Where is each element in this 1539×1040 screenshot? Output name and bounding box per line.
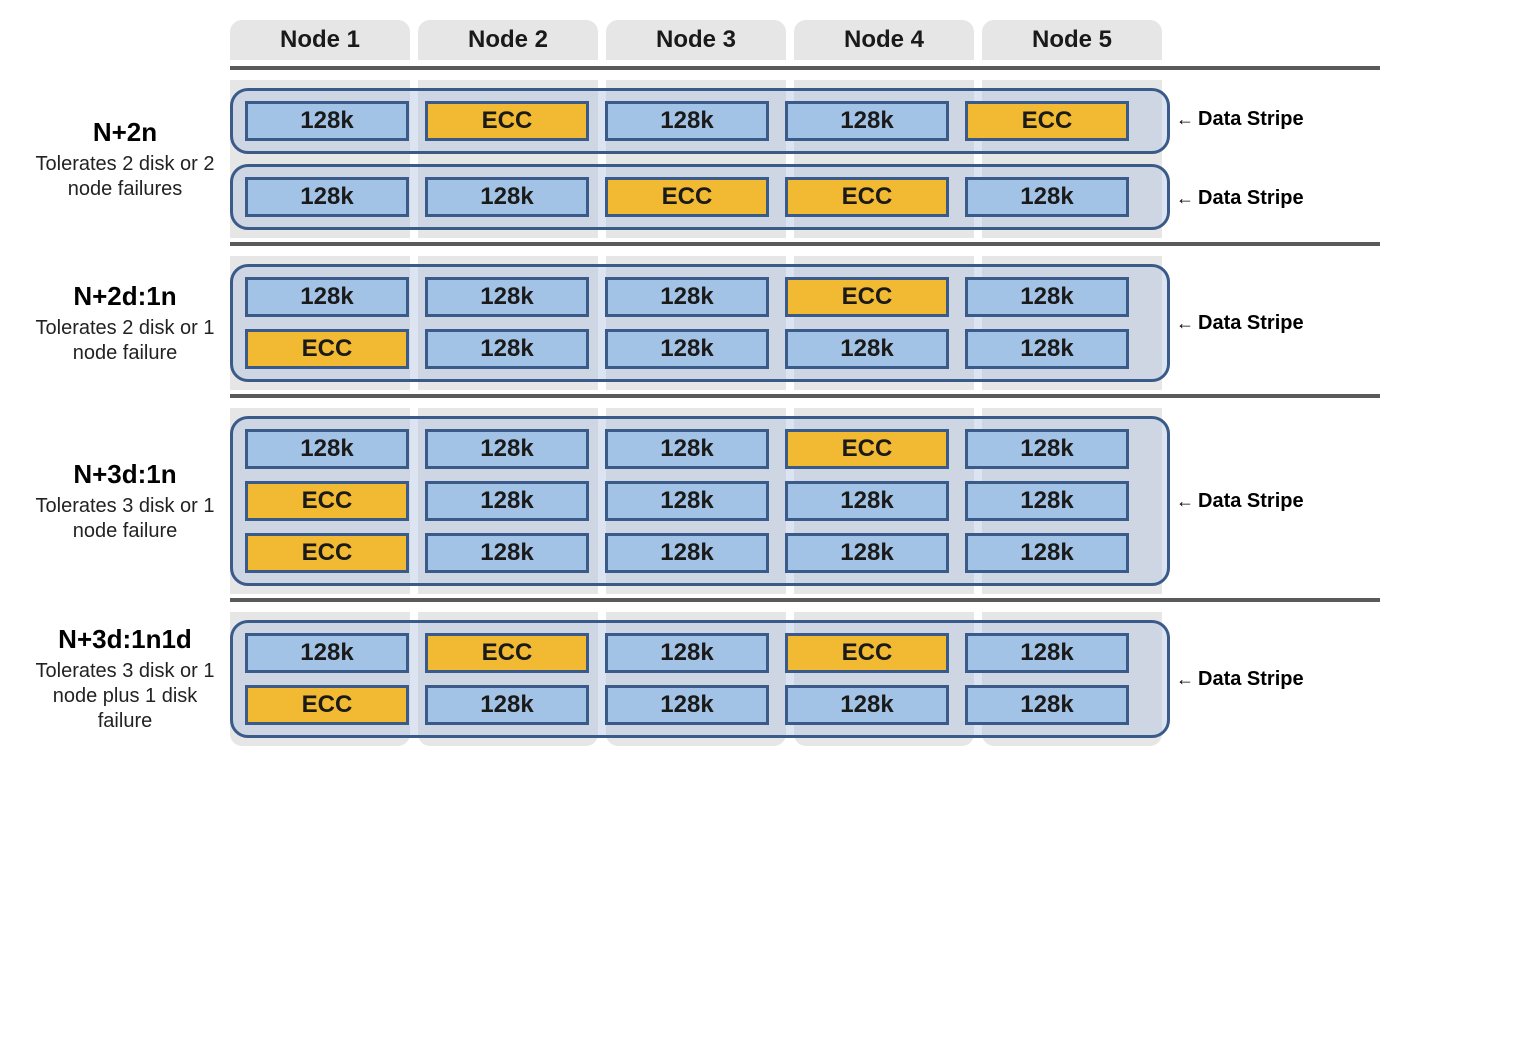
ecc-block: ECC (425, 101, 589, 141)
protection-section: N+2d:1n Tolerates 2 disk or 1 node failur… (20, 256, 1360, 390)
data-block: 128k (965, 633, 1129, 673)
data-block: 128k (245, 633, 409, 673)
divider (230, 598, 1380, 602)
data-block: 128k (425, 177, 589, 217)
protection-section: N+3d:1n1d Tolerates 3 disk or 1 node plus… (20, 612, 1360, 746)
arrow-left-icon: ← (1176, 188, 1194, 209)
data-block: 128k (605, 685, 769, 725)
arrow-left-icon: ← (1176, 109, 1194, 130)
data-block: 128k (605, 329, 769, 369)
data-block: 128k (605, 633, 769, 673)
node-header-2: Node 2 (418, 20, 598, 60)
data-block: 128k (425, 481, 589, 521)
data-block: 128k (965, 429, 1129, 469)
data-block: 128k (965, 481, 1129, 521)
data-block: 128k (965, 685, 1129, 725)
arrow-left-icon: ← (1176, 491, 1194, 512)
ecc-block: ECC (785, 429, 949, 469)
scheme-title: N+3d:1n1d (28, 624, 222, 655)
data-block: 128k (785, 533, 949, 573)
header-row: Node 1 Node 2 Node 3 Node 4 Node 5 (20, 20, 1360, 60)
data-stripe: 128k 128k 128k ECC 128k ECC 128k 128k 128k 128k EC… (230, 416, 1170, 586)
arrow-left-icon: ← (1176, 669, 1194, 690)
ecc-block: ECC (785, 277, 949, 317)
protection-scheme-diagram: Node 1 Node 2 Node 3 Node 4 Node 5 N+2n T… (20, 20, 1360, 746)
scheme-description: Tolerates 2 disk or 1 node failure (28, 316, 222, 366)
ecc-block: ECC (245, 533, 409, 573)
data-block: 128k (785, 329, 949, 369)
arrow-left-icon: ← (1176, 313, 1194, 334)
data-block: 128k (425, 685, 589, 725)
divider (230, 242, 1380, 246)
data-block: 128k (245, 101, 409, 141)
ecc-block: ECC (245, 481, 409, 521)
data-stripe: 128k ECC 128k ECC 128k ECC 128k 128k 128k 128k (230, 620, 1170, 738)
stripe-label: ←Data Stripe (1176, 647, 1340, 711)
ecc-block: ECC (785, 177, 949, 217)
data-block: 128k (425, 533, 589, 573)
data-block: 128k (245, 177, 409, 217)
scheme-description: Tolerates 3 disk or 1 node plus 1 disk f… (28, 659, 222, 734)
node-header-3: Node 3 (606, 20, 786, 60)
data-block: 128k (965, 177, 1129, 217)
data-block: 128k (605, 481, 769, 521)
data-block: 128k (605, 101, 769, 141)
node-header-1: Node 1 (230, 20, 410, 60)
data-block: 128k (605, 533, 769, 573)
stripe-label: ←Data Stripe (1176, 84, 1340, 156)
scheme-description: Tolerates 2 disk or 2 node failures (28, 152, 222, 202)
protection-section: N+2nTolerates 2 disk or 2 node failures1… (20, 80, 1360, 238)
node-header-4: Node 4 (794, 20, 974, 60)
divider (230, 66, 1380, 70)
ecc-block: ECC (425, 633, 589, 673)
ecc-block: ECC (245, 685, 409, 725)
data-block: 128k (785, 685, 949, 725)
data-block: 128k (965, 329, 1129, 369)
protection-section: N+3d:1n Tolerates 3 disk or 1 node failur… (20, 408, 1360, 594)
ecc-block: ECC (965, 101, 1129, 141)
scheme-title: N+2d:1n (28, 281, 222, 312)
data-stripe: 128k ECC 128k 128k ECC (230, 88, 1170, 154)
node-header-5: Node 5 (982, 20, 1162, 60)
ecc-block: ECC (785, 633, 949, 673)
data-block: 128k (245, 429, 409, 469)
data-block: 128k (425, 277, 589, 317)
data-block: 128k (605, 277, 769, 317)
data-block: 128k (605, 429, 769, 469)
ecc-block: ECC (245, 329, 409, 369)
node-headers: Node 1 Node 2 Node 3 Node 4 Node 5 (230, 20, 1170, 60)
divider (230, 394, 1380, 398)
data-stripe: 128k 128k ECC ECC 128k (230, 164, 1170, 230)
data-block: 128k (785, 481, 949, 521)
data-block: 128k (425, 429, 589, 469)
stripe-label: ←Data Stripe (1176, 291, 1340, 355)
stripe-label: ←Data Stripe (1176, 163, 1340, 235)
stripe-label: ←Data Stripe (1176, 469, 1340, 533)
data-block: 128k (245, 277, 409, 317)
data-block: 128k (785, 101, 949, 141)
scheme-description: Tolerates 3 disk or 1 node failure (28, 494, 222, 544)
scheme-title: N+2n (28, 117, 222, 148)
data-block: 128k (965, 277, 1129, 317)
data-block: 128k (425, 329, 589, 369)
data-block: 128k (965, 533, 1129, 573)
scheme-title: N+3d:1n (28, 459, 222, 490)
data-stripe: 128k 128k 128k ECC 128k ECC 128k 128k 128k 128k (230, 264, 1170, 382)
ecc-block: ECC (605, 177, 769, 217)
